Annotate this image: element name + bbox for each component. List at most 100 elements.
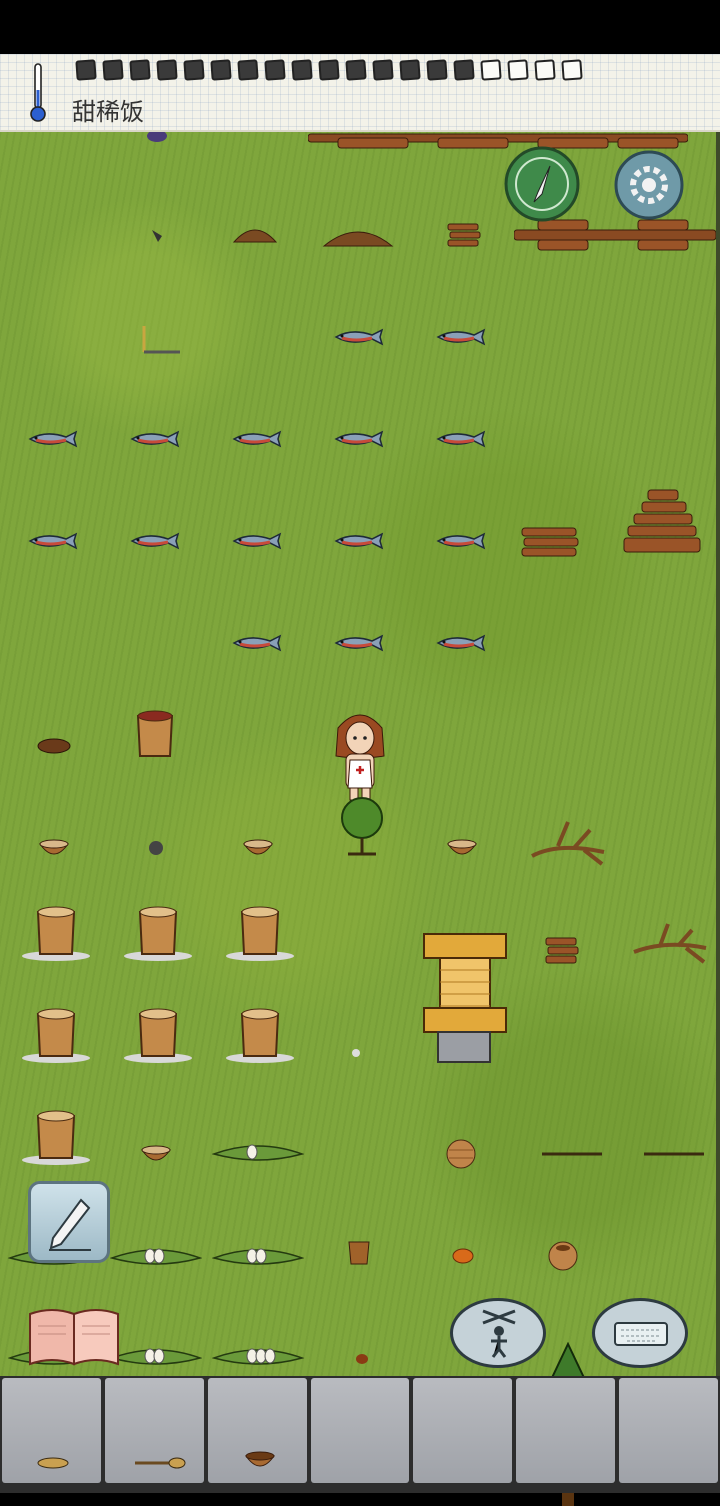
- field-edge: [716, 130, 720, 1376]
- fish-icon[interactable]: [434, 532, 486, 550]
- clay-pot-icon[interactable]: [546, 1240, 580, 1272]
- fish-icon[interactable]: [230, 634, 282, 652]
- food-pip: [453, 59, 475, 81]
- pebble-icon[interactable]: [350, 1048, 362, 1058]
- leaf-plate-icon[interactable]: [212, 1244, 304, 1270]
- pencil-icon: [49, 1198, 91, 1251]
- food-pip: [399, 59, 421, 81]
- inventory-slot[interactable]: [516, 1378, 616, 1483]
- basket-icon[interactable]: [134, 708, 176, 760]
- flint-icon[interactable]: [150, 228, 164, 244]
- basket-icon[interactable]: [20, 906, 92, 962]
- kindling-icon[interactable]: [446, 222, 482, 250]
- thermometer-icon: [30, 63, 46, 122]
- recipe-book-icon[interactable]: [26, 1306, 122, 1368]
- bowl-icon[interactable]: [38, 838, 70, 860]
- inventory-slot[interactable]: [619, 1378, 719, 1483]
- clay-pot-icon[interactable]: [444, 1138, 478, 1170]
- food-pip: [156, 59, 178, 81]
- fish-icon[interactable]: [434, 328, 486, 346]
- branch-icon[interactable]: [630, 922, 710, 970]
- food-pip: [507, 59, 529, 81]
- fish-icon[interactable]: [332, 430, 384, 448]
- tool-icon[interactable]: [138, 324, 182, 358]
- food-pip: [183, 59, 205, 81]
- shaft-icon[interactable]: [540, 1150, 604, 1158]
- fish-icon[interactable]: [332, 532, 384, 550]
- inventory-row: [0, 1376, 720, 1493]
- fence-icon: [308, 133, 688, 149]
- keyboard-button[interactable]: [592, 1298, 688, 1368]
- basket-icon[interactable]: [224, 1008, 296, 1064]
- seed-icon[interactable]: [354, 1352, 370, 1366]
- carrot-icon[interactable]: [450, 1246, 476, 1266]
- bush-icon[interactable]: [338, 796, 386, 858]
- food-label: 甜稀饭: [72, 98, 144, 126]
- food-pip: [210, 59, 232, 81]
- shaft-icon[interactable]: [642, 1150, 706, 1158]
- berry-icon[interactable]: [146, 130, 168, 144]
- food-pip: [426, 59, 448, 81]
- fish-icon[interactable]: [230, 430, 282, 448]
- well-icon[interactable]: [420, 930, 510, 1064]
- basket-icon[interactable]: [122, 906, 194, 962]
- bucket-icon[interactable]: [346, 1236, 372, 1266]
- basket-icon[interactable]: [224, 906, 296, 962]
- gear-icon[interactable]: [614, 150, 684, 220]
- puppet-button[interactable]: [450, 1298, 546, 1368]
- write-button[interactable]: [28, 1181, 110, 1263]
- spoon-icon: [134, 1457, 186, 1469]
- nest-icon[interactable]: [36, 736, 72, 754]
- dirt-pile-icon[interactable]: [322, 224, 394, 248]
- food-pip: [480, 59, 502, 81]
- food-pip: [534, 59, 556, 81]
- fish-icon[interactable]: [332, 328, 384, 346]
- inventory-slot[interactable]: [207, 1378, 307, 1483]
- fish-icon[interactable]: [128, 532, 180, 550]
- fish-icon[interactable]: [230, 532, 282, 550]
- fish-icon[interactable]: [26, 532, 78, 550]
- leaf-plate-icon[interactable]: [212, 1140, 304, 1166]
- bowl-icon: [244, 1451, 275, 1467]
- basket-icon[interactable]: [20, 1110, 92, 1166]
- food-pip: [75, 59, 97, 81]
- food-pip: [345, 59, 367, 81]
- dirt-pile-icon[interactable]: [232, 222, 278, 244]
- food-pip: [318, 59, 340, 81]
- leaf-plate-icon[interactable]: [110, 1344, 202, 1370]
- kindling-icon[interactable]: [520, 526, 580, 558]
- status-bar: [0, 0, 720, 54]
- inventory-slot[interactable]: [413, 1378, 513, 1483]
- branch-icon[interactable]: [528, 818, 608, 866]
- fish-icon[interactable]: [332, 634, 384, 652]
- puppet-icon: [482, 1309, 516, 1358]
- bowl-icon[interactable]: [140, 1144, 172, 1166]
- fish-icon[interactable]: [26, 430, 78, 448]
- food-pip: [291, 59, 313, 81]
- leaf-plate-icon[interactable]: [212, 1344, 304, 1370]
- food-pip: [102, 59, 124, 81]
- bowl-icon[interactable]: [446, 838, 478, 860]
- stone-icon[interactable]: [148, 840, 164, 856]
- fence-icon: [514, 219, 716, 251]
- kindling-icon[interactable]: [544, 936, 580, 966]
- keyboard-icon: [614, 1322, 668, 1346]
- food-pip: [561, 59, 583, 81]
- hud-bar: 甜稀饭: [0, 54, 720, 132]
- compass-icon[interactable]: [504, 146, 580, 222]
- basket-icon[interactable]: [122, 1008, 194, 1064]
- plate-icon: [37, 1457, 69, 1469]
- fish-icon[interactable]: [128, 430, 180, 448]
- player-character[interactable]: [328, 708, 392, 804]
- food-pip: [129, 59, 151, 81]
- fish-icon[interactable]: [434, 430, 486, 448]
- firewood-pile-icon[interactable]: [622, 488, 702, 558]
- inventory-slot[interactable]: [310, 1378, 410, 1483]
- leaf-plate-icon[interactable]: [110, 1244, 202, 1270]
- fish-icon[interactable]: [434, 634, 486, 652]
- inventory-slot[interactable]: [104, 1378, 204, 1483]
- bowl-icon[interactable]: [242, 838, 274, 860]
- inventory-slot[interactable]: [2, 1378, 101, 1483]
- basket-icon[interactable]: [20, 1008, 92, 1064]
- food-meter: [75, 59, 583, 81]
